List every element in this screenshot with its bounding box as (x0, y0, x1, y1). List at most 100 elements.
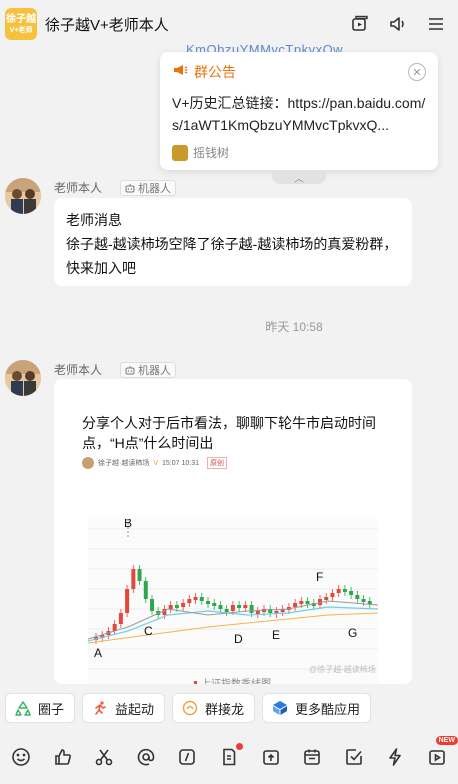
author-avatar (82, 457, 94, 469)
lightning-icon[interactable] (384, 746, 406, 768)
candlestick (224, 609, 229, 612)
article-title: 分享个人对于后市看法，聊聊下轮牛市启动时间点，“H点”什么时间出 (82, 415, 376, 451)
candlestick (361, 599, 366, 602)
candlestick (187, 599, 192, 603)
upload-icon[interactable] (260, 746, 282, 768)
candlestick (212, 603, 217, 606)
quick-actions: 圈子 益起动 群接龙 更多酷应用 (0, 686, 458, 730)
group-avatar-line1: 徐子越 (6, 13, 36, 25)
bot-badge: 机器人 (120, 361, 177, 378)
quick-action-circle[interactable]: 圈子 (5, 693, 76, 723)
group-avatar[interactable]: 徐子越 V+老师 (5, 8, 37, 40)
megaphone-icon (172, 62, 188, 83)
speaker-icon[interactable] (386, 12, 410, 36)
recycle-icon (14, 699, 32, 717)
sender-name: 老师本人 (54, 363, 103, 377)
chart-point-label-c: C (144, 624, 153, 638)
chart-point-label-f: F (316, 570, 323, 584)
runner-icon (91, 699, 109, 717)
bullet (194, 681, 197, 684)
chart-caption-row: 上证指数季线图 (194, 675, 271, 684)
candlestick (249, 605, 254, 613)
message-line: 徐子越-越读柿场空降了徐子越-越读柿场的真爱粉群，快来加入吧 (66, 236, 398, 276)
bot-badge: 机器人 (120, 179, 177, 196)
candlestick (206, 601, 210, 604)
checkbox-icon[interactable] (343, 746, 365, 768)
avatar[interactable] (5, 178, 41, 214)
candlestick (349, 591, 354, 595)
verified-icon: V (153, 459, 159, 467)
notice-source: 摇钱树 (193, 146, 230, 160)
mention-icon[interactable] (135, 746, 157, 768)
article-tag: 原创 (207, 457, 227, 469)
candlestick (199, 597, 204, 601)
chat-title[interactable]: 徐子越V+老师本人 (45, 14, 334, 35)
robot-icon (125, 183, 135, 192)
candlestick (112, 624, 117, 631)
message-timestamp: 昨天 10:58 (265, 320, 323, 334)
notification-dot (235, 743, 243, 750)
candlestick (255, 611, 260, 614)
collapse-notice-button[interactable]: ︿ (272, 170, 326, 185)
candlestick (150, 599, 154, 611)
article-card[interactable]: 分享个人对于后市看法，聊聊下轮牛市启动时间点，“H点”什么时间出 徐子越·越读柿… (54, 379, 412, 684)
article-author: 徐子越·越读柿场 (98, 460, 150, 467)
candlestick (355, 595, 360, 599)
candlestick (131, 569, 136, 589)
close-icon[interactable]: ✕ (408, 63, 426, 81)
candlestick (125, 589, 130, 613)
sender-name: 老师本人 (54, 181, 103, 195)
chart-point-label-b: B (124, 519, 132, 530)
emoji-icon[interactable] (10, 746, 32, 768)
message-bubble[interactable]: 老师消息 徐子越-越读柿场空降了徐子越-越读柿场的真爱粉群，快来加入吧 (54, 198, 412, 286)
money-tree-icon (172, 144, 188, 161)
cube-icon (271, 699, 289, 717)
video-call-icon[interactable] (348, 12, 372, 36)
candlestick (137, 569, 142, 581)
candlestick (243, 605, 248, 608)
chart-point-label-d: D (234, 632, 243, 646)
candlestick (181, 603, 186, 607)
chevron-up-icon: ︿ (294, 173, 304, 185)
robot-icon (125, 365, 135, 374)
candlestick (305, 601, 310, 604)
group-avatar-line2: V+老师 (9, 26, 33, 34)
live-video-icon[interactable]: NEW (426, 736, 458, 768)
candlestick (118, 613, 123, 624)
group-notice-card[interactable]: 群公告 ✕ V+历史汇总链接：https://pan.baidu.com/s/1… (160, 52, 438, 170)
new-badge: NEW (435, 736, 458, 745)
calendar-icon[interactable] (301, 746, 323, 768)
candlestick (324, 597, 329, 600)
candlestick (230, 605, 235, 611)
article-meta: 徐子越·越读柿场 V 15:07 10:31 原创 (82, 457, 227, 469)
notice-title: 群公告 (194, 64, 236, 80)
chart-caption: 上证指数季线图 (201, 675, 271, 684)
candlestick (168, 605, 173, 609)
chart-point-label-e: E (272, 628, 280, 642)
watermark: @徐子越-越读柿场 (309, 665, 376, 674)
chart-point-label-a: A (94, 646, 102, 660)
candlestick (336, 589, 341, 593)
candlestick (143, 581, 148, 599)
dragon-icon (181, 699, 199, 717)
candlestick (299, 601, 304, 604)
avatar[interactable] (5, 360, 41, 396)
candlestick (218, 605, 223, 609)
candlestick (293, 603, 298, 607)
thumbs-up-icon[interactable] (52, 746, 74, 768)
quick-action-jielong[interactable]: 群接龙 (172, 693, 256, 723)
more-icon[interactable] (424, 12, 448, 36)
article-date: 15:07 10:31 (162, 459, 199, 467)
article-chart-image: A B C D E F G (87, 516, 379, 684)
candlestick (342, 589, 347, 592)
add-document-icon[interactable] (218, 743, 243, 768)
command-icon[interactable] (176, 746, 198, 768)
quick-action-more-apps[interactable]: 更多酷应用 (262, 693, 372, 723)
candlestick (367, 601, 372, 604)
candlestick (237, 605, 242, 608)
candlestick (193, 597, 198, 600)
scissors-icon[interactable] (93, 746, 115, 768)
quick-action-yiqidong[interactable]: 益起动 (82, 693, 166, 723)
input-toolbar: NEW (0, 730, 458, 784)
notice-body[interactable]: V+历史汇总链接：https://pan.baidu.com/s/1aWT1Km… (172, 92, 426, 136)
